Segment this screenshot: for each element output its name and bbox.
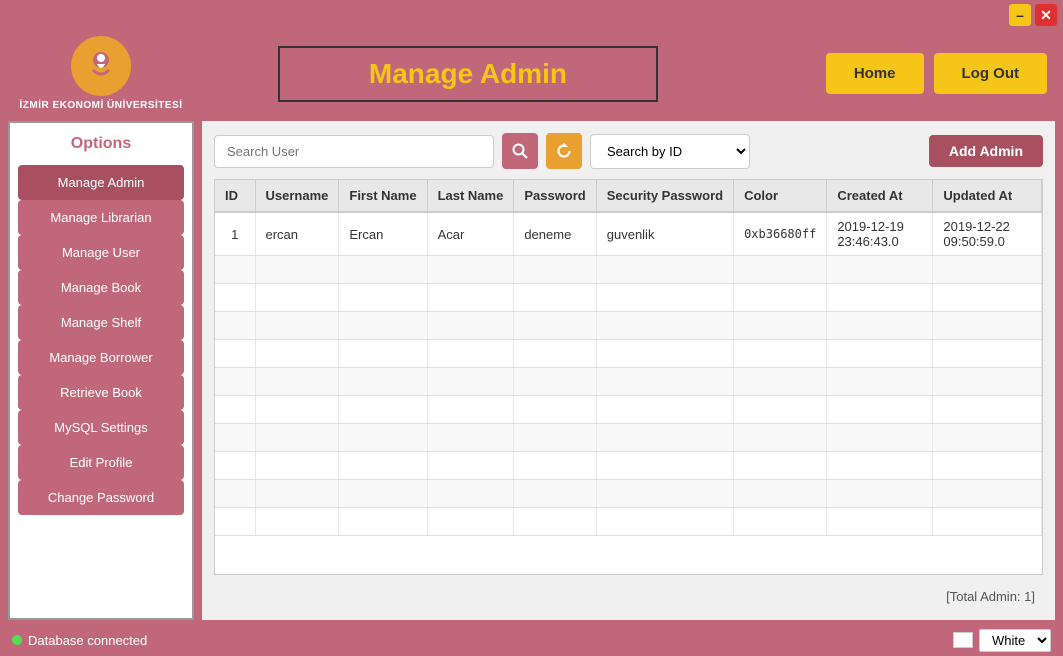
search-by-dropdown[interactable]: Search by IDSearch by UsernameSearch by … [590, 134, 750, 169]
university-logo [71, 36, 131, 96]
table-header-row: IDUsernameFirst NameLast NamePasswordSec… [215, 180, 1042, 212]
university-name: İZMİR EKONOMİ ÜNİVERSİTESİ [19, 100, 182, 111]
cell-first-name: Ercan [339, 212, 427, 256]
toolbar: Search by IDSearch by UsernameSearch by … [214, 133, 1043, 169]
table-row-empty [215, 340, 1042, 368]
table-row-empty [215, 256, 1042, 284]
sidebar-btn-mysql-settings[interactable]: MySQL Settings [18, 410, 184, 445]
col-header-first-name: First Name [339, 180, 427, 212]
table-row-empty [215, 396, 1042, 424]
search-input[interactable] [214, 135, 494, 168]
cell-updated-at: 2019-12-22 09:50:59.0 [933, 212, 1042, 256]
titlebar: – ✕ [0, 0, 1063, 30]
col-header-updated-at: Updated At [933, 180, 1042, 212]
col-header-color: Color [734, 180, 827, 212]
header-buttons: Home Log Out [826, 53, 1047, 94]
table-row-empty [215, 480, 1042, 508]
sidebar-btn-manage-librarian[interactable]: Manage Librarian [18, 200, 184, 235]
app-title: Manage Admin [369, 58, 567, 89]
col-header-created-at: Created At [827, 180, 933, 212]
sidebar-title: Options [18, 131, 184, 161]
theme-color-preview [953, 632, 973, 648]
sidebar-btn-manage-shelf[interactable]: Manage Shelf [18, 305, 184, 340]
home-button[interactable]: Home [826, 53, 924, 94]
app-title-box: Manage Admin [278, 46, 658, 102]
admin-table: IDUsernameFirst NameLast NamePasswordSec… [215, 180, 1042, 536]
minimize-button[interactable]: – [1009, 4, 1031, 26]
sidebar-btn-manage-book[interactable]: Manage Book [18, 270, 184, 305]
sidebar-btn-manage-borrower[interactable]: Manage Borrower [18, 340, 184, 375]
add-admin-button[interactable]: Add Admin [929, 135, 1043, 167]
table-container: IDUsernameFirst NameLast NamePasswordSec… [214, 179, 1043, 575]
db-status-text: Database connected [28, 633, 147, 648]
content-area: Search by IDSearch by UsernameSearch by … [202, 121, 1055, 620]
sidebar-buttons-container: Manage AdminManage LibrarianManage UserM… [18, 165, 184, 515]
sidebar-btn-manage-user[interactable]: Manage User [18, 235, 184, 270]
table-row-empty [215, 424, 1042, 452]
search-button[interactable] [502, 133, 538, 169]
status-dot [12, 635, 22, 645]
table-row-empty [215, 284, 1042, 312]
theme-selector: White [953, 629, 1051, 652]
logo-area: İZMİR EKONOMİ ÜNİVERSİTESİ [16, 36, 186, 111]
main-area: Options Manage AdminManage LibrarianMana… [0, 117, 1063, 624]
header: İZMİR EKONOMİ ÜNİVERSİTESİ Manage Admin … [0, 30, 1063, 117]
col-header-security-password: Security Password [596, 180, 733, 212]
col-header-last-name: Last Name [427, 180, 514, 212]
sidebar: Options Manage AdminManage LibrarianMana… [8, 121, 194, 620]
table-body: 1ercanErcanAcardenemeguvenlik0xb36680ff2… [215, 212, 1042, 536]
theme-dropdown[interactable]: White [979, 629, 1051, 652]
cell-password: deneme [514, 212, 596, 256]
cell-username: ercan [255, 212, 339, 256]
cell-security-password: guvenlik [596, 212, 733, 256]
total-label: [Total Admin: 1] [214, 585, 1043, 608]
sidebar-btn-retrieve-book[interactable]: Retrieve Book [18, 375, 184, 410]
refresh-button[interactable] [546, 133, 582, 169]
cell-color: 0xb36680ff [734, 212, 827, 256]
table-row-empty [215, 508, 1042, 536]
sidebar-btn-change-password[interactable]: Change Password [18, 480, 184, 515]
cell-last-name: Acar [427, 212, 514, 256]
logout-button[interactable]: Log Out [934, 53, 1047, 94]
table-row[interactable]: 1ercanErcanAcardenemeguvenlik0xb36680ff2… [215, 212, 1042, 256]
col-header-id: ID [215, 180, 255, 212]
cell-id: 1 [215, 212, 255, 256]
table-row-empty [215, 368, 1042, 396]
footer: Database connected White [0, 624, 1063, 656]
table-row-empty [215, 312, 1042, 340]
db-status: Database connected [12, 633, 147, 648]
cell-created-at: 2019-12-19 23:46:43.0 [827, 212, 933, 256]
sidebar-btn-edit-profile[interactable]: Edit Profile [18, 445, 184, 480]
close-button[interactable]: ✕ [1035, 4, 1057, 26]
col-header-password: Password [514, 180, 596, 212]
col-header-username: Username [255, 180, 339, 212]
sidebar-btn-manage-admin[interactable]: Manage Admin [18, 165, 184, 200]
table-row-empty [215, 452, 1042, 480]
